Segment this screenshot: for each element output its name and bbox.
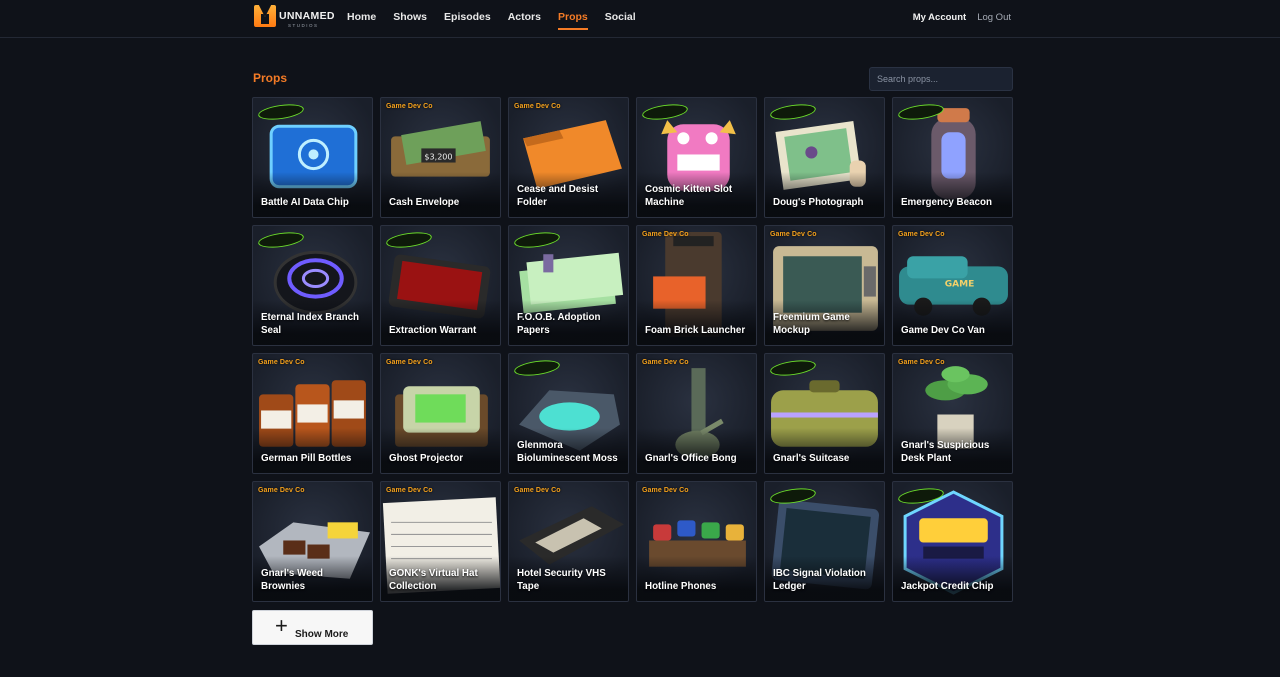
prop-card[interactable]: Eternal Index Branch Seal [252,225,373,346]
prop-name: Hotel Security VHS Tape [517,568,606,592]
prop-name: Glenmora Bioluminescent Moss [517,440,618,464]
studio-badge: Game Dev Co [258,359,305,366]
prop-name: Cosmic Kitten Slot Machine [645,184,733,208]
prop-card[interactable]: Game Dev Co Freemium Game Mockup [764,225,885,346]
show-more-button[interactable]: + Show More [252,610,373,645]
prop-name: German Pill Bottles [261,452,352,464]
prop-name: Foam Brick Launcher [645,324,746,336]
prop-name: GONK's Virtual Hat Collection [389,568,478,592]
prop-name: Jackpot Credit Chip [901,580,994,592]
prop-card[interactable]: Game Dev Co GONK's Virtual Hat Collection [380,481,501,602]
prop-name: Eternal Index Branch Seal [261,312,359,336]
my-account-link[interactable]: My Account [913,12,966,23]
nav-home[interactable]: Home [347,11,376,33]
account-links: My Account Log Out [913,12,1011,23]
nav-social[interactable]: Social [605,11,636,33]
prop-name: Ghost Projector [389,452,464,464]
prop-card[interactable]: Game Dev Co German Pill Bottles [252,353,373,474]
props-grid: Battle AI Data Chip $3,200 Game Dev Co Cash… [252,97,1013,602]
studio-badge: Game Dev Co [514,103,561,110]
prop-card[interactable]: Game Dev Co Gnarl's Office Bong [636,353,757,474]
prop-card[interactable]: IBC Signal Violation Ledger [764,481,885,602]
prop-name: F.O.O.B. Adoption Papers [517,312,601,336]
prop-card[interactable]: Cosmic Kitten Slot Machine [636,97,757,218]
prop-name: Doug's Photograph [773,196,864,208]
nav-actors[interactable]: Actors [508,11,541,33]
prop-card[interactable]: Battle AI Data Chip [252,97,373,218]
prop-card[interactable]: Emergency Beacon [892,97,1013,218]
prop-card[interactable]: Game Dev Co Gnarl's Weed Brownies [252,481,373,602]
prop-card[interactable]: Game Dev Co Foam Brick Launcher [636,225,757,346]
nav-shows[interactable]: Shows [393,11,427,33]
prop-card[interactable]: Game Dev Co Ghost Projector [380,353,501,474]
logo-text: UNNAMED [279,10,335,22]
search-input[interactable] [869,67,1013,91]
prop-card[interactable]: F.O.O.B. Adoption Papers [508,225,629,346]
prop-card[interactable]: Game Dev Co Cease and Desist Folder [508,97,629,218]
prop-card[interactable]: Glenmora Bioluminescent Moss [508,353,629,474]
studio-badge: Game Dev Co [642,487,689,494]
prop-name: Hotline Phones [645,580,717,592]
prop-name: IBC Signal Violation Ledger [773,568,866,592]
prop-name: Cash Envelope [389,196,460,208]
prop-name: Gnarl's Weed Brownies [261,568,324,592]
svg-text:GAME: GAME [945,280,975,290]
prop-name: Game Dev Co Van [901,324,985,336]
prop-card[interactable]: $3,200 Game Dev Co Cash Envelope [380,97,501,218]
studio-badge: Game Dev Co [898,359,945,366]
studio-badge: Game Dev Co [642,359,689,366]
prop-name: Gnarl's Office Bong [645,452,737,464]
prop-name: Extraction Warrant [389,324,477,336]
prop-card[interactable]: Doug's Photograph [764,97,885,218]
studio-badge: Game Dev Co [642,231,689,238]
prop-name: Freemium Game Mockup [773,312,850,336]
prop-name: Gnarl's Suitcase [773,452,850,464]
prop-card[interactable]: Game Dev Co Hotline Phones [636,481,757,602]
studio-badge: Game Dev Co [386,103,433,110]
show-more-label: Show More [295,629,349,640]
prop-name: Battle AI Data Chip [261,196,349,208]
logo-subtext: STUDIOS [288,23,319,28]
studio-badge: Game Dev Co [386,359,433,366]
prop-name: Emergency Beacon [901,196,992,208]
prop-card[interactable]: Gnarl's Suitcase [764,353,885,474]
studio-badge: Game Dev Co [898,231,945,238]
prop-name: Cease and Desist Folder [517,184,599,208]
svg-text:$3,200: $3,200 [424,153,452,162]
prop-card[interactable]: GAME Game Dev Co Game Dev Co Van [892,225,1013,346]
prop-name: Gnarl's Suspicious Desk Plant [901,440,990,464]
nav-episodes[interactable]: Episodes [444,11,491,33]
nav-props[interactable]: Props [557,11,588,33]
prop-card[interactable]: Game Dev Co Hotel Security VHS Tape [508,481,629,602]
prop-card[interactable]: Jackpot Credit Chip [892,481,1013,602]
logo-mark-icon [254,5,276,27]
top-navbar: UNNAMED STUDIOS Home Shows Episodes Acto… [0,0,1280,38]
prop-card[interactable]: Extraction Warrant [380,225,501,346]
studio-badge: Game Dev Co [386,487,433,494]
plus-icon: + [275,613,288,638]
studio-badge: Game Dev Co [770,231,817,238]
prop-card[interactable]: Game Dev Co Gnarl's Suspicious Desk Plant [892,353,1013,474]
main-nav: Home Shows Episodes Actors Props Social [347,11,653,33]
log-out-link[interactable]: Log Out [977,12,1011,23]
studio-badge: Game Dev Co [514,487,561,494]
studio-badge: Game Dev Co [258,487,305,494]
studio-logo[interactable]: UNNAMED STUDIOS [254,5,334,31]
page-title: Props [253,71,288,85]
